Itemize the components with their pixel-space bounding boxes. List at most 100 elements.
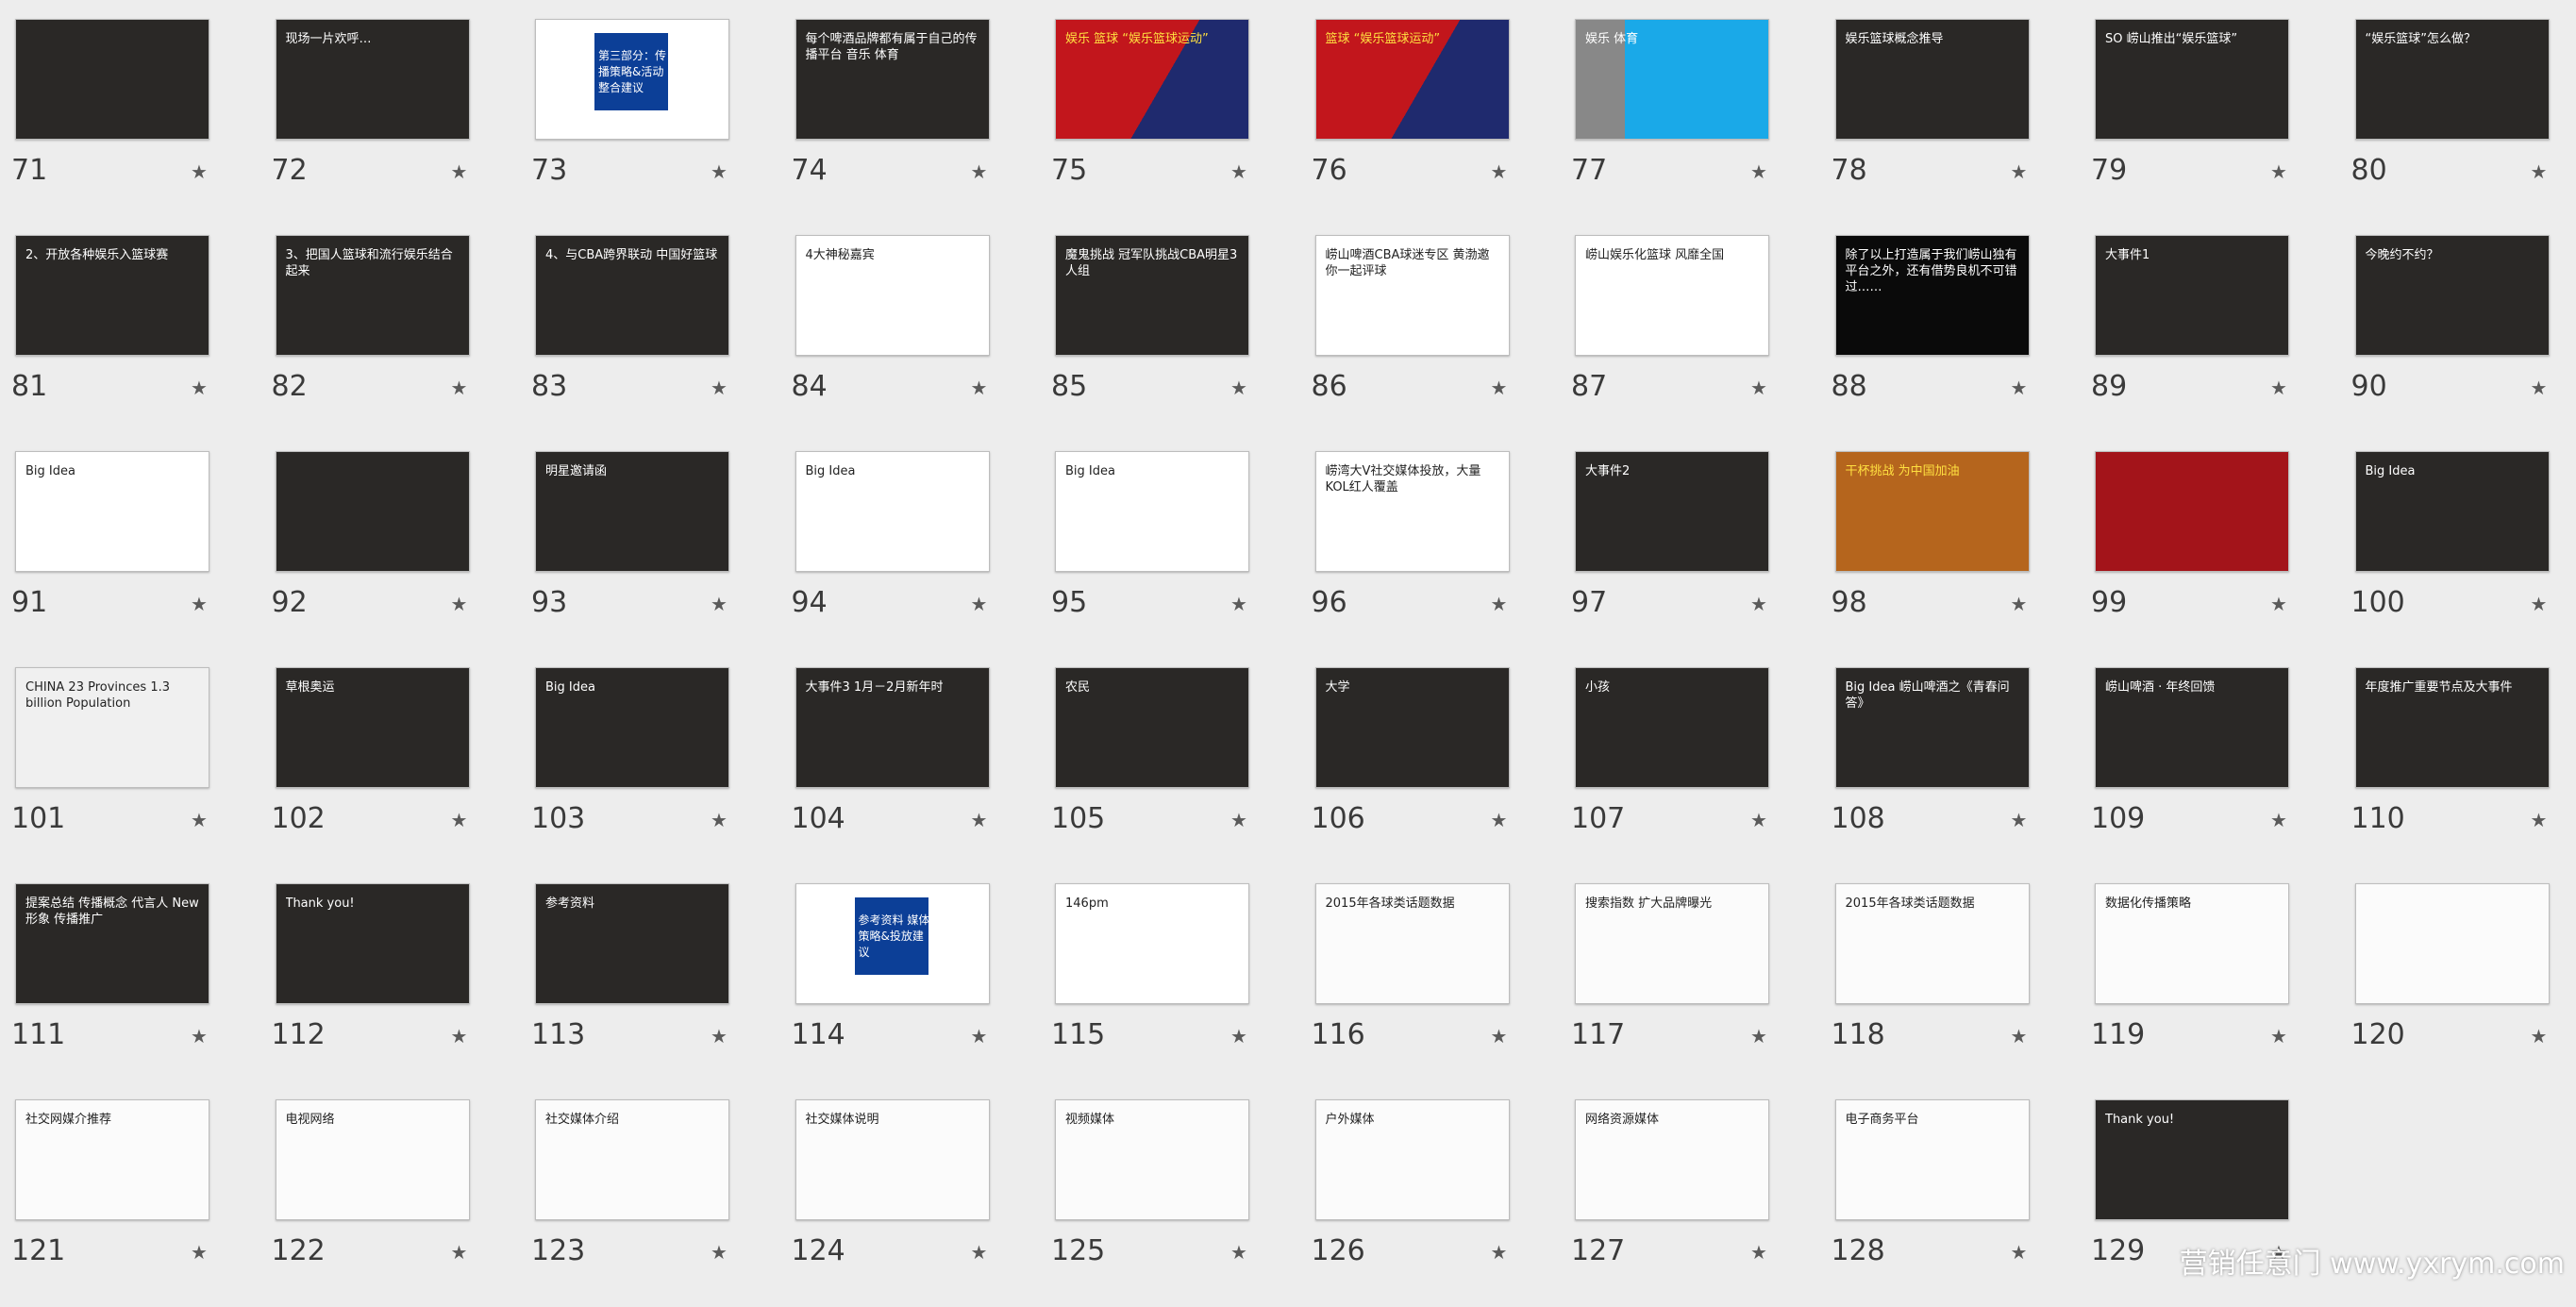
star-icon[interactable]: ★ [2270,377,2287,399]
slide-71[interactable]: 71 ★ [11,19,209,226]
slide-thumbnail[interactable]: 除了以上打造属于我们崂山独有平台之外，还有借势良机不可错过…… [1834,235,2030,356]
slide-thumbnail[interactable]: 每个啤酒品牌都有属于自己的传播平台 音乐 体育 [795,19,990,140]
slide-thumbnail[interactable]: 今晚约不约？ [2354,235,2550,356]
star-icon[interactable]: ★ [711,1241,728,1264]
slide-108[interactable]: Big Idea 崂山啤酒之《青春问答》 108 ★ [1832,667,2030,875]
slide-thumbnail[interactable]: 大事件3 1月－2月新年时 [795,667,990,788]
slide-thumbnail[interactable]: 篮球 “娱乐篮球运动” [1314,19,1510,140]
slide-thumbnail[interactable]: 农民 [1055,667,1249,788]
star-icon[interactable]: ★ [1750,160,1767,183]
slide-thumbnail[interactable]: 社交媒体说明 [795,1099,990,1220]
slide-120[interactable]: 120 ★ [2351,883,2550,1091]
star-icon[interactable]: ★ [191,1025,208,1047]
slide-thumbnail[interactable]: Thank you! [2095,1099,2289,1220]
star-icon[interactable]: ★ [451,1025,468,1047]
slide-77[interactable]: 娱乐 体育 77 ★ [1571,19,1769,226]
slide-104[interactable]: 大事件3 1月－2月新年时 104 ★ [792,667,990,875]
star-icon[interactable]: ★ [1491,593,1508,615]
star-icon[interactable]: ★ [1491,377,1508,399]
slide-thumbnail[interactable]: 魔鬼挑战 冠军队挑战CBA明星3人组 [1055,235,1249,356]
star-icon[interactable]: ★ [711,1025,728,1047]
slide-thumbnail[interactable]: 崂山娱乐化篮球 风靡全国 [1575,235,1769,356]
slide-thumbnail[interactable]: 参考资料 媒体策略&投放建议 [795,883,990,1004]
star-icon[interactable]: ★ [2531,1025,2548,1047]
star-icon[interactable]: ★ [1750,593,1767,615]
slide-thumbnail[interactable]: 数据化传播策略 [2095,883,2289,1004]
slide-110[interactable]: 年度推广重要节点及大事件 110 ★ [2351,667,2550,875]
slide-97[interactable]: 大事件2 97 ★ [1571,451,1769,659]
star-icon[interactable]: ★ [191,160,208,183]
slide-99[interactable]: 99 ★ [2091,451,2289,659]
slide-thumbnail[interactable]: Big Idea [1055,451,1249,572]
slide-81[interactable]: 2、开放各种娱乐入篮球赛 81 ★ [11,235,209,443]
slide-thumbnail[interactable]: 搜索指数 扩大品牌曝光 [1575,883,1769,1004]
slide-thumbnail[interactable]: 户外媒体 [1314,1099,1510,1220]
slide-117[interactable]: 搜索指数 扩大品牌曝光 117 ★ [1571,883,1769,1091]
star-icon[interactable]: ★ [1750,1241,1767,1264]
slide-111[interactable]: 提案总结 传播概念 代言人 New形象 传播推广 111 ★ [11,883,209,1091]
slide-thumbnail[interactable] [275,451,470,572]
star-icon[interactable]: ★ [2531,377,2548,399]
slide-thumbnail[interactable] [2095,451,2289,572]
slide-thumbnail[interactable]: 大事件1 [2095,235,2289,356]
star-icon[interactable]: ★ [711,593,728,615]
star-icon[interactable]: ★ [2011,1241,2028,1264]
slide-90[interactable]: 今晚约不约？ 90 ★ [2351,235,2550,443]
slide-109[interactable]: 崂山啤酒 · 年终回馈 109 ★ [2091,667,2289,875]
slide-113[interactable]: 参考资料 113 ★ [531,883,729,1091]
slide-123[interactable]: 社交媒体介绍 123 ★ [531,1099,729,1307]
star-icon[interactable]: ★ [971,1025,988,1047]
slide-thumbnail[interactable]: 电子商务平台 [1834,1099,2030,1220]
slide-84[interactable]: 4大神秘嘉宾 84 ★ [792,235,990,443]
slide-thumbnail[interactable]: 崂湾大V社交媒体投放，大量KOL红人覆盖 [1314,451,1510,572]
slide-105[interactable]: 农民 105 ★ [1051,667,1249,875]
slide-112[interactable]: Thank you! 112 ★ [272,883,470,1091]
slide-83[interactable]: 4、与CBA跨界联动 中国好篮球 83 ★ [531,235,729,443]
star-icon[interactable]: ★ [1230,160,1247,183]
slide-thumbnail[interactable]: 干杯挑战 为中国加油 [1834,451,2030,572]
star-icon[interactable]: ★ [1750,377,1767,399]
star-icon[interactable]: ★ [2531,809,2548,831]
slide-thumbnail[interactable]: 社交网媒介推荐 [15,1099,209,1220]
slide-101[interactable]: CHINA 23 Provinces 1.3 billion Populatio… [11,667,209,875]
slide-80[interactable]: “娱乐篮球”怎么做？ 80 ★ [2351,19,2550,226]
slide-thumbnail[interactable]: 娱乐 篮球 “娱乐篮球运动” [1055,19,1249,140]
slide-94[interactable]: Big Idea 94 ★ [792,451,990,659]
slide-107[interactable]: 小孩 107 ★ [1571,667,1769,875]
slide-thumbnail[interactable]: 2015年各球类话题数据 [1834,883,2030,1004]
star-icon[interactable]: ★ [1230,809,1247,831]
slide-75[interactable]: 娱乐 篮球 “娱乐篮球运动” 75 ★ [1051,19,1249,226]
slide-103[interactable]: Big Idea 103 ★ [531,667,729,875]
slide-87[interactable]: 崂山娱乐化篮球 风靡全国 87 ★ [1571,235,1769,443]
slide-106[interactable]: 大学 106 ★ [1312,667,1510,875]
slide-85[interactable]: 魔鬼挑战 冠军队挑战CBA明星3人组 85 ★ [1051,235,1249,443]
star-icon[interactable]: ★ [1750,1025,1767,1047]
star-icon[interactable]: ★ [971,160,988,183]
star-icon[interactable]: ★ [191,809,208,831]
slide-thumbnail[interactable]: 年度推广重要节点及大事件 [2354,667,2550,788]
slide-thumbnail[interactable]: Big Idea 崂山啤酒之《青春问答》 [1834,667,2030,788]
slide-88[interactable]: 除了以上打造属于我们崂山独有平台之外，还有借势良机不可错过…… 88 ★ [1832,235,2030,443]
slide-122[interactable]: 电视网络 122 ★ [272,1099,470,1307]
slide-115[interactable]: 146pm 115 ★ [1051,883,1249,1091]
slide-89[interactable]: 大事件1 89 ★ [2091,235,2289,443]
star-icon[interactable]: ★ [451,377,468,399]
slide-78[interactable]: 娱乐篮球概念推导 78 ★ [1832,19,2030,226]
slide-128[interactable]: 电子商务平台 128 ★ [1832,1099,2030,1307]
slide-thumbnail[interactable]: 大学 [1314,667,1510,788]
slide-thumbnail[interactable]: 3、把国人篮球和流行娱乐结合起来 [275,235,470,356]
slide-thumbnail[interactable]: Thank you! [275,883,470,1004]
slide-96[interactable]: 崂湾大V社交媒体投放，大量KOL红人覆盖 96 ★ [1312,451,1510,659]
slide-82[interactable]: 3、把国人篮球和流行娱乐结合起来 82 ★ [272,235,470,443]
slide-127[interactable]: 网络资源媒体 127 ★ [1571,1099,1769,1307]
star-icon[interactable]: ★ [711,809,728,831]
slide-thumbnail[interactable] [15,19,209,140]
slide-thumbnail[interactable]: Big Idea [15,451,209,572]
star-icon[interactable]: ★ [1230,1025,1247,1047]
slide-121[interactable]: 社交网媒介推荐 121 ★ [11,1099,209,1307]
star-icon[interactable]: ★ [191,1241,208,1264]
star-icon[interactable]: ★ [451,1241,468,1264]
slide-thumbnail[interactable]: 146pm [1055,883,1249,1004]
slide-93[interactable]: 明星邀请函 93 ★ [531,451,729,659]
slide-98[interactable]: 干杯挑战 为中国加油 98 ★ [1832,451,2030,659]
